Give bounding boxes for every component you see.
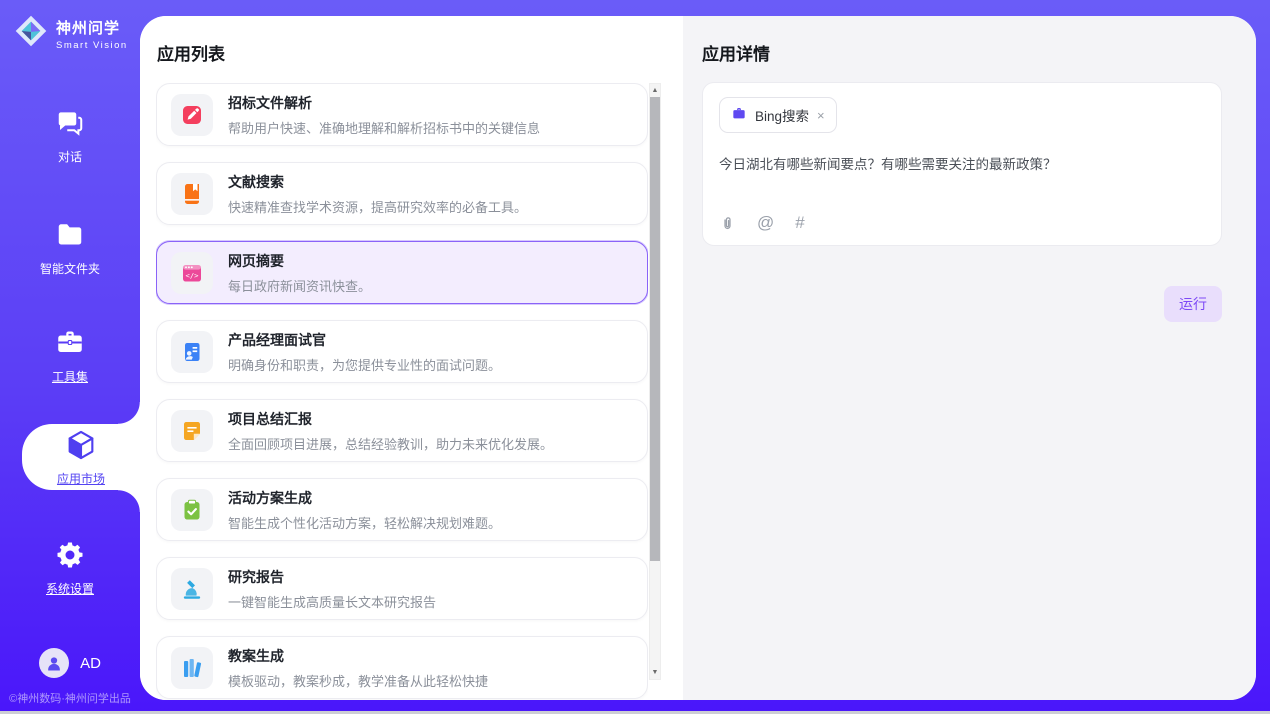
app-description: 快速精准查找学术资源，提高研究效率的必备工具。 bbox=[228, 197, 527, 216]
app-description: 一键智能生成高质量长文本研究报告 bbox=[228, 592, 436, 611]
run-row: 运行 bbox=[1164, 286, 1222, 322]
app-list-item[interactable]: 项目总结汇报 全面回顾项目进展，总结经验教训，助力未来优化发展。 bbox=[156, 399, 648, 462]
app-list-item[interactable]: 教案生成 模板驱动，教案秒成，教学准备从此轻松快捷 bbox=[156, 636, 648, 699]
sidebar-item-2[interactable]: 智能文件夹 bbox=[0, 220, 140, 277]
paperclip-icon[interactable] bbox=[719, 214, 736, 233]
app-description: 帮助用户快速、准确地理解和解析招标书中的关键信息 bbox=[228, 118, 540, 137]
app-title: 产品经理面试官 bbox=[228, 330, 501, 350]
toolbox-icon bbox=[55, 328, 85, 361]
app-detail-panel: 应用详情 Bing搜索 × 今日湖北有哪些新闻要点？有哪些需要关注的最新政策？ bbox=[683, 16, 1256, 700]
brand-diamond-icon bbox=[14, 14, 48, 53]
query-input[interactable]: 今日湖北有哪些新闻要点？有哪些需要关注的最新政策？ bbox=[719, 155, 1205, 175]
cube-icon bbox=[64, 428, 98, 465]
app-list-item[interactable]: 文献搜索 快速精准查找学术资源，提高研究效率的必备工具。 bbox=[156, 162, 648, 225]
sidebar-item-1[interactable]: 对话 bbox=[0, 108, 140, 165]
user-row[interactable]: AD bbox=[0, 648, 140, 678]
app-description: 模板驱动，教案秒成，教学准备从此轻松快捷 bbox=[228, 671, 488, 690]
briefcase-icon bbox=[731, 106, 747, 125]
app-title: 教案生成 bbox=[228, 646, 488, 666]
folder-icon bbox=[55, 220, 85, 253]
note-icon bbox=[171, 410, 213, 452]
app-list-title: 应用列表 bbox=[157, 40, 225, 65]
scroll-down-icon[interactable] bbox=[650, 666, 660, 679]
run-button[interactable]: 运行 bbox=[1164, 286, 1222, 322]
interview-document-icon bbox=[171, 331, 213, 373]
brand-subtitle: Smart Vision bbox=[56, 40, 128, 51]
brand-name: 神州问学 bbox=[56, 17, 128, 38]
app-list: 招标文件解析 帮助用户快速、准确地理解和解析招标书中的关键信息 文献搜索 快速精… bbox=[156, 83, 648, 700]
book-icon bbox=[171, 173, 213, 215]
browser-code-icon: </> bbox=[171, 252, 213, 294]
tool-tag-bing-search[interactable]: Bing搜索 × bbox=[719, 97, 837, 133]
app-title: 项目总结汇报 bbox=[228, 409, 553, 429]
sidebar-item-5[interactable]: 系统设置 bbox=[0, 540, 140, 597]
app-description: 明确身份和职责，为您提供专业性的面试问题。 bbox=[228, 355, 501, 374]
chat-icon bbox=[55, 108, 85, 141]
at-icon[interactable]: @ bbox=[757, 213, 774, 233]
hash-icon[interactable]: # bbox=[795, 213, 804, 233]
app-title: 招标文件解析 bbox=[228, 93, 540, 113]
app-description: 智能生成个性化活动方案，轻松解决规划难题。 bbox=[228, 513, 501, 532]
close-icon[interactable]: × bbox=[817, 108, 825, 123]
sidebar-item-4[interactable]: 应用市场 bbox=[22, 424, 140, 490]
sidebar-footer: ©神州数码·神州问学出品 bbox=[0, 690, 140, 706]
app-title: 文献搜索 bbox=[228, 172, 527, 192]
prompt-toolbar: @ # bbox=[719, 213, 805, 233]
tool-tag-label: Bing搜索 bbox=[755, 105, 809, 125]
main-content: 应用列表 招标文件解析 帮助用户快速、准确地理解和解析招标书中的关键信息 文献搜… bbox=[140, 16, 1256, 700]
app-list-item[interactable]: 研究报告 一键智能生成高质量长文本研究报告 bbox=[156, 557, 648, 620]
scrollbar-thumb[interactable] bbox=[650, 97, 660, 561]
gear-icon bbox=[55, 540, 85, 573]
scroll-up-icon[interactable] bbox=[650, 84, 660, 97]
brand-logo: 神州问学 Smart Vision bbox=[14, 14, 128, 53]
app-title: 网页摘要 bbox=[228, 251, 371, 271]
app-list-item[interactable]: </> 网页摘要 每日政府新闻资讯快查。 bbox=[156, 241, 648, 304]
app-list-item[interactable]: 活动方案生成 智能生成个性化活动方案，轻松解决规划难题。 bbox=[156, 478, 648, 541]
scrollbar[interactable] bbox=[649, 83, 661, 680]
microscope-icon bbox=[171, 568, 213, 610]
svg-text:</>: </> bbox=[186, 271, 200, 280]
user-initials: AD bbox=[80, 655, 101, 672]
app-list-item[interactable]: 产品经理面试官 明确身份和职责，为您提供专业性的面试问题。 bbox=[156, 320, 648, 383]
prompt-card[interactable]: Bing搜索 × 今日湖北有哪些新闻要点？有哪些需要关注的最新政策？ @ # bbox=[702, 82, 1222, 246]
edit-document-icon bbox=[171, 94, 213, 136]
app-title: 活动方案生成 bbox=[228, 488, 501, 508]
app-title: 研究报告 bbox=[228, 567, 436, 587]
app-list-panel: 应用列表 招标文件解析 帮助用户快速、准确地理解和解析招标书中的关键信息 文献搜… bbox=[140, 16, 683, 700]
clipboard-check-icon bbox=[171, 489, 213, 531]
app-description: 全面回顾项目进展，总结经验教训，助力未来优化发展。 bbox=[228, 434, 553, 453]
avatar[interactable] bbox=[39, 648, 69, 678]
sidebar-item-3[interactable]: 工具集 bbox=[0, 328, 140, 385]
app-list-item[interactable]: 招标文件解析 帮助用户快速、准确地理解和解析招标书中的关键信息 bbox=[156, 83, 648, 146]
books-icon bbox=[171, 647, 213, 689]
sidebar: 神州问学 Smart Vision 对话 智能文件夹 工具集 应用市场 系统设置… bbox=[0, 0, 140, 714]
app-detail-title: 应用详情 bbox=[702, 40, 770, 65]
app-description: 每日政府新闻资讯快查。 bbox=[228, 276, 371, 295]
